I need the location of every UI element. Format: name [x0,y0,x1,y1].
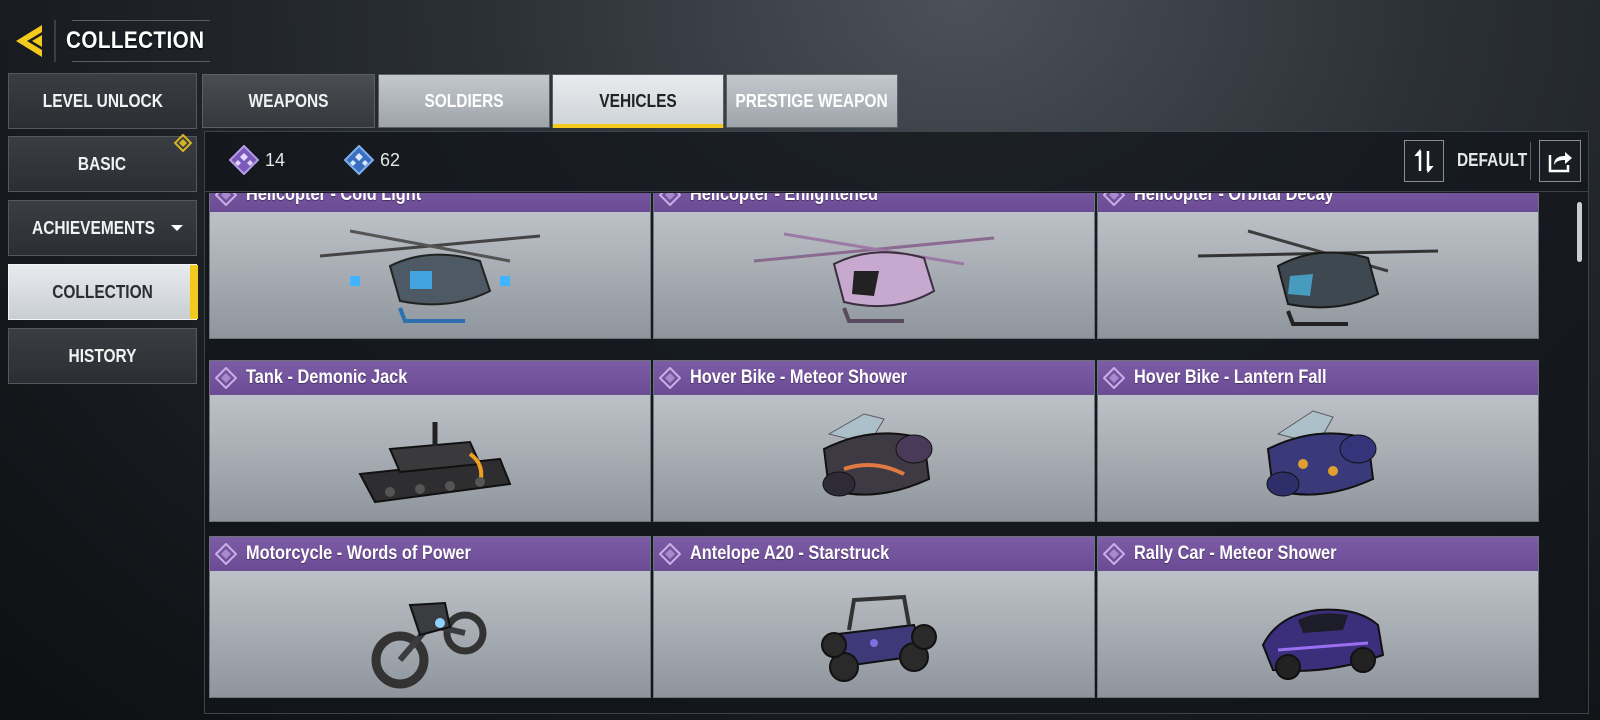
page-header: COLLECTION [10,20,210,62]
card-header: Helicopter - Orbital Decay [1098,193,1538,212]
rarity-diamond-icon [659,193,681,206]
vehicle-card[interactable]: Tank - Demonic Jack [209,360,651,522]
vehicle-card[interactable]: Helicopter - Orbital Decay [1097,193,1539,339]
sort-button[interactable] [1404,140,1444,182]
active-indicator [190,265,198,319]
sidebar-item-label: COLLECTION [52,281,153,302]
purple-diamond-icon [229,145,259,175]
purple-count-value: 14 [265,149,286,170]
chevron-down-icon [171,225,183,231]
sidebar-item-basic[interactable]: BASIC [8,134,197,192]
share-button[interactable] [1539,140,1581,182]
card-header: Helicopter - Cold Light [210,193,650,212]
back-arrow-icon [16,25,42,57]
card-header: Helicopter - Enlightened [654,193,1094,212]
hover-bike-icon [654,395,1094,521]
hover-bike-icon [1098,395,1538,521]
rarity-diamond-icon [215,543,237,565]
card-header: Motorcycle - Words of Power [210,537,650,571]
card-title: Tank - Demonic Jack [246,367,408,388]
purple-token-count: 14 [229,145,285,175]
sort-arrows-icon [1414,148,1434,174]
notification-diamond-icon [174,134,192,152]
sidebar-item-label: HISTORY [68,345,137,366]
card-title: Motorcycle - Words of Power [246,543,471,564]
collection-panel: 14 62 DEFAULT Helicopter - Cold Light He… [204,131,1589,714]
card-header: Tank - Demonic Jack [210,361,650,395]
sidebar-item-label: ACHIEVEMENTS [31,217,155,238]
sort-label: DEFAULT [1457,150,1528,170]
card-header: Antelope A20 - Starstruck [654,537,1094,571]
vehicle-grid: Helicopter - Cold Light Helicopter - Enl… [205,193,1560,713]
card-title: Rally Car - Meteor Shower [1134,543,1337,564]
tank-icon [210,395,650,521]
tab-label: VEHICLES [599,90,677,111]
page-title: COLLECTION [66,27,205,54]
vehicle-card[interactable]: Antelope A20 - Starstruck [653,536,1095,698]
card-header: Rally Car - Meteor Shower [1098,537,1538,571]
vehicle-card[interactable]: Motorcycle - Words of Power [209,536,651,698]
vehicle-card[interactable]: Hover Bike - Lantern Fall [1097,360,1539,522]
sidebar-item-collection[interactable]: COLLECTION [8,264,198,320]
card-title: Hover Bike - Lantern Fall [1134,367,1327,388]
tab-label: WEAPONS [248,90,329,111]
tab-label: PRESTIGE WEAPON [735,90,889,111]
vehicle-card[interactable]: Rally Car - Meteor Shower [1097,536,1539,698]
blue-diamond-icon [344,145,374,175]
rarity-diamond-icon [1103,367,1125,389]
vehicle-card[interactable]: Helicopter - Cold Light [209,193,651,339]
vehicle-card[interactable]: Helicopter - Enlightened [653,193,1095,339]
card-title: Helicopter - Cold Light [246,193,422,205]
helicopter-icon [654,212,1094,338]
card-title: Antelope A20 - Starstruck [690,543,890,564]
scrollbar-thumb[interactable] [1577,202,1582,262]
helicopter-icon [1098,212,1538,338]
blue-count-value: 62 [380,149,401,170]
blue-token-count: 62 [344,145,400,175]
card-title: Hover Bike - Meteor Shower [690,367,908,388]
rarity-diamond-icon [215,193,237,206]
vehicle-card[interactable]: Hover Bike - Meteor Shower [653,360,1095,522]
tab-vehicles[interactable]: VEHICLES [552,74,724,128]
card-header: Hover Bike - Lantern Fall [1098,361,1538,395]
sidebar-item-achievements[interactable]: ACHIEVEMENTS [8,200,197,256]
tab-label: SOLDIERS [424,90,504,111]
sidebar-item-label: LEVEL UNLOCK [42,90,163,111]
card-header: Hover Bike - Meteor Shower [654,361,1094,395]
rarity-diamond-icon [215,367,237,389]
toolbar-divider [1530,142,1531,180]
sidebar-item-history[interactable]: HISTORY [8,328,197,384]
rarity-diamond-icon [659,367,681,389]
buggy-icon [654,571,1094,697]
rally-car-icon [1098,571,1538,697]
collection-toolbar: 14 62 DEFAULT [205,132,1588,192]
rarity-diamond-icon [1103,543,1125,565]
card-title: Helicopter - Enlightened [690,193,878,205]
rarity-diamond-icon [659,543,681,565]
card-title: Helicopter - Orbital Decay [1134,193,1334,205]
tab-weapons[interactable]: WEAPONS [202,74,375,128]
rarity-diamond-icon [1103,193,1125,206]
tab-soldiers[interactable]: SOLDIERS [378,74,550,128]
sidebar-item-level-unlock[interactable]: LEVEL UNLOCK [8,73,197,129]
motorcycle-icon [210,571,650,697]
share-icon [1548,152,1572,173]
back-button[interactable] [10,20,56,62]
sidebar-item-label: BASIC [78,153,127,174]
tab-prestige-weapon[interactable]: PRESTIGE WEAPON [726,74,898,128]
helicopter-icon [210,212,650,338]
